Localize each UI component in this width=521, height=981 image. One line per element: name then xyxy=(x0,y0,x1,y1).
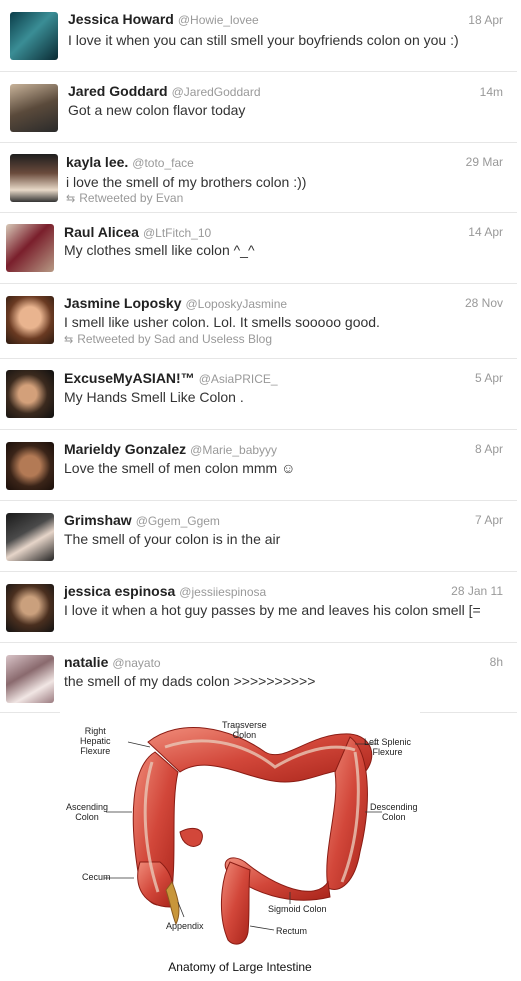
tweet-text: i love the smell of my brothers colon :)… xyxy=(66,174,307,190)
tweet-text: I love it when you can still smell your … xyxy=(68,32,459,48)
user-name[interactable]: Jasmine Loposky @LoposkyJasmine xyxy=(64,295,287,311)
tweet[interactable]: jessica espinosa @jessiiespinosa 28 Jan 1… xyxy=(0,572,517,643)
user-handle[interactable]: @Ggem_Ggem xyxy=(136,514,220,528)
timestamp[interactable]: 8 Apr xyxy=(475,442,503,456)
tweet[interactable]: Grimshaw @Ggem_Ggem 7 Apr The smell of yo… xyxy=(0,501,517,572)
tweet-text: the smell of my dads colon >>>>>>>>>> xyxy=(64,673,316,689)
avatar[interactable] xyxy=(6,224,54,272)
user-handle[interactable]: @jessiiespinosa xyxy=(179,585,266,599)
user-name[interactable]: natalie @nayato xyxy=(64,654,161,670)
tweet-text: Got a new colon flavor today xyxy=(68,102,246,118)
user-handle[interactable]: @LtFitch_10 xyxy=(143,226,211,240)
user-handle[interactable]: @Howie_lovee xyxy=(178,13,259,27)
label-rectum: Rectum xyxy=(276,926,308,936)
label-appendix: Appendix xyxy=(166,921,204,931)
tweet[interactable]: Raul Alicea @LtFitch_10 14 Apr My clothes… xyxy=(0,213,517,284)
avatar[interactable] xyxy=(6,584,54,632)
user-name[interactable]: ExcuseMyASIAN!™ @AsiaPRICE_ xyxy=(64,370,278,386)
retweet-icon: ⇆ xyxy=(66,193,76,205)
avatar[interactable] xyxy=(6,296,54,344)
retweet-indicator[interactable]: ⇆ Retweeted by Evan xyxy=(66,191,183,205)
avatar[interactable] xyxy=(10,12,58,60)
user-name[interactable]: kayla lee. @toto_face xyxy=(66,154,194,170)
user-handle[interactable]: @toto_face xyxy=(132,156,194,170)
tweet[interactable]: Jessica Howard @Howie_lovee 18 Apr I love… xyxy=(0,0,517,72)
timestamp[interactable]: 5 Apr xyxy=(475,371,503,385)
label-sigmoid-colon: Sigmoid Colon xyxy=(268,904,327,914)
retweet-icon: ⇆ xyxy=(64,334,74,346)
label-descending-colon: Descending Colon xyxy=(370,802,418,822)
tweet-text: I love it when a hot guy passes by me an… xyxy=(64,602,481,618)
label-transverse-colon: Transverse Colon xyxy=(222,720,267,740)
tweet[interactable]: ExcuseMyASIAN!™ @AsiaPRICE_ 5 Apr My Hand… xyxy=(0,359,517,430)
timestamp[interactable]: 28 Jan 11 xyxy=(451,584,503,598)
timestamp[interactable]: 14 Apr xyxy=(468,225,503,239)
user-handle[interactable]: @LoposkyJasmine xyxy=(186,297,288,311)
timestamp[interactable]: 7 Apr xyxy=(475,513,503,527)
avatar[interactable] xyxy=(6,442,54,490)
user-name[interactable]: Grimshaw @Ggem_Ggem xyxy=(64,512,220,528)
tweet[interactable]: Marieldy Gonzalez @Marie_babyyy 8 Apr Lov… xyxy=(0,430,517,501)
haustra-pouch xyxy=(179,828,203,847)
user-handle[interactable]: @AsiaPRICE_ xyxy=(199,372,278,386)
tweet-text: My clothes smell like colon ^_^ xyxy=(64,242,255,258)
avatar[interactable] xyxy=(6,513,54,561)
user-name[interactable]: Jessica Howard @Howie_lovee xyxy=(68,11,259,27)
user-name[interactable]: jessica espinosa @jessiiespinosa xyxy=(64,583,266,599)
user-name[interactable]: Jared Goddard @JaredGoddard xyxy=(68,83,261,99)
user-name[interactable]: Marieldy Gonzalez @Marie_babyyy xyxy=(64,441,277,457)
rectum xyxy=(221,861,251,945)
avatar[interactable] xyxy=(6,370,54,418)
user-name[interactable]: Raul Alicea @LtFitch_10 xyxy=(64,224,211,240)
avatar[interactable] xyxy=(6,655,54,703)
tweet-text: The smell of your colon is in the air xyxy=(64,531,281,547)
tweet[interactable]: Jared Goddard @JaredGoddard 14m Got a new… xyxy=(0,72,517,143)
tweet-text: Love the smell of men colon mmm ☺ xyxy=(64,460,296,476)
user-handle[interactable]: @Marie_babyyy xyxy=(190,443,277,457)
label-left-splenic-flexure: Left Splenic Flexure xyxy=(364,737,412,757)
tweet[interactable]: natalie @nayato 8h the smell of my dads c… xyxy=(0,643,517,713)
anatomy-diagram: Right Hepatic Flexure Transverse Colon Left… xyxy=(60,712,420,980)
user-handle[interactable]: @nayato xyxy=(112,656,160,670)
tweet[interactable]: Jasmine Loposky @LoposkyJasmine 28 Nov I … xyxy=(0,284,517,359)
label-right-hepatic-flexure: Right Hepatic Flexure xyxy=(80,726,111,756)
avatar[interactable] xyxy=(10,84,58,132)
timestamp[interactable]: 28 Nov xyxy=(465,296,503,310)
label-ascending-colon: Ascending Colon xyxy=(66,802,109,822)
timestamp[interactable]: 18 Apr xyxy=(468,13,503,27)
user-handle[interactable]: @JaredGoddard xyxy=(172,85,261,99)
timestamp[interactable]: 14m xyxy=(480,85,503,99)
diagram-title: Anatomy of Large Intestine xyxy=(168,960,312,974)
tweet[interactable]: kayla lee. @toto_face 29 Mar i love the s… xyxy=(0,143,517,213)
timestamp[interactable]: 29 Mar xyxy=(466,155,503,169)
label-cecum: Cecum xyxy=(82,872,111,882)
retweet-indicator[interactable]: ⇆ Retweeted by Sad and Useless Blog xyxy=(64,332,272,346)
avatar[interactable] xyxy=(10,154,58,202)
tweet-text: My Hands Smell Like Colon . xyxy=(64,389,244,405)
tweet-text: I smell like usher colon. Lol. It smells… xyxy=(64,314,380,330)
timestamp[interactable]: 8h xyxy=(490,655,503,669)
